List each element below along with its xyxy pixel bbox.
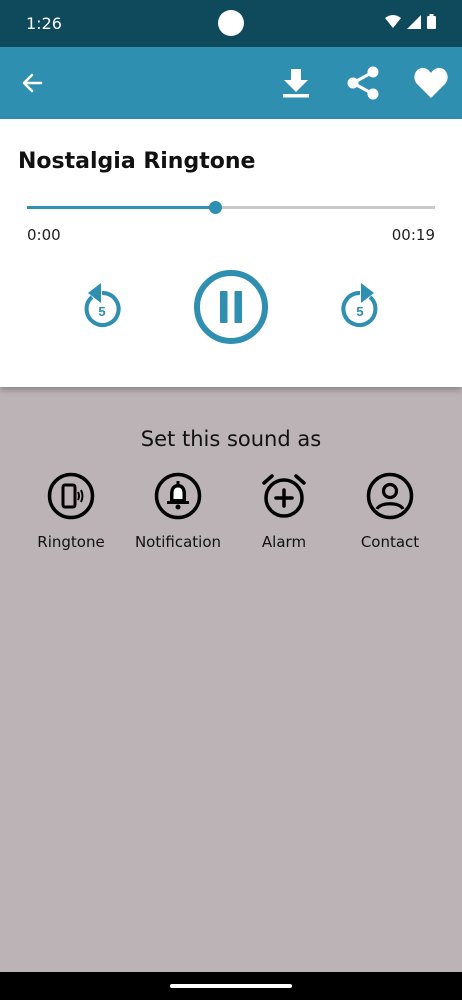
battery-icon bbox=[427, 14, 436, 29]
rewind-button[interactable]: 5 bbox=[78, 279, 126, 335]
progress-thumb[interactable] bbox=[208, 201, 222, 214]
forward-button[interactable]: 5 bbox=[336, 279, 384, 335]
contact-label: Contact bbox=[360, 533, 420, 551]
status-icons bbox=[385, 14, 436, 29]
forward-seconds: 5 bbox=[356, 304, 363, 319]
ringtone-label: Ringtone bbox=[37, 533, 105, 551]
set-as-ringtone-button[interactable]: Ringtone bbox=[16, 472, 126, 551]
alarm-label: Alarm bbox=[261, 533, 307, 551]
progress-fill bbox=[27, 206, 215, 209]
notification-label: Notification bbox=[134, 533, 222, 551]
app-bar bbox=[0, 47, 462, 119]
download-button[interactable] bbox=[276, 47, 316, 119]
phone-ringtone-icon bbox=[47, 472, 95, 520]
elapsed-time: 0:00 bbox=[27, 226, 61, 244]
back-arrow-icon bbox=[22, 73, 43, 93]
share-button[interactable] bbox=[342, 47, 384, 119]
rewind-5-icon: 5 bbox=[84, 283, 121, 327]
alarm-clock-icon bbox=[262, 474, 306, 518]
favorite-button[interactable] bbox=[410, 47, 452, 119]
back-button[interactable] bbox=[14, 47, 50, 119]
status-bar: 1:26 bbox=[0, 0, 462, 47]
set-as-contact-button[interactable]: Contact bbox=[335, 472, 445, 551]
set-as-notification-button[interactable]: Notification bbox=[123, 472, 233, 551]
forward-5-icon: 5 bbox=[341, 283, 378, 327]
set-as-title: Set this sound as bbox=[140, 427, 322, 451]
status-time: 1:26 bbox=[26, 14, 62, 33]
set-as-alarm-button[interactable]: Alarm bbox=[229, 472, 339, 551]
duration-time: 00:19 bbox=[391, 226, 435, 244]
sound-title: Nostalgia Ringtone bbox=[18, 149, 256, 174]
pause-icon bbox=[194, 270, 268, 344]
progress-slider[interactable] bbox=[27, 201, 435, 214]
download-icon bbox=[283, 69, 309, 98]
home-gesture-handle[interactable] bbox=[170, 984, 292, 988]
pause-button[interactable] bbox=[193, 269, 269, 345]
wifi-icon bbox=[385, 14, 401, 28]
camera-cutout bbox=[218, 10, 244, 36]
bell-icon bbox=[154, 472, 202, 520]
heart-icon bbox=[414, 67, 448, 98]
rewind-seconds: 5 bbox=[98, 304, 105, 319]
player-card: Nostalgia Ringtone 0:00 00:19 5 5 bbox=[0, 119, 462, 387]
share-icon bbox=[347, 66, 379, 100]
navigation-bar bbox=[0, 972, 462, 1000]
signal-icon bbox=[407, 14, 421, 29]
contact-icon bbox=[366, 472, 414, 520]
